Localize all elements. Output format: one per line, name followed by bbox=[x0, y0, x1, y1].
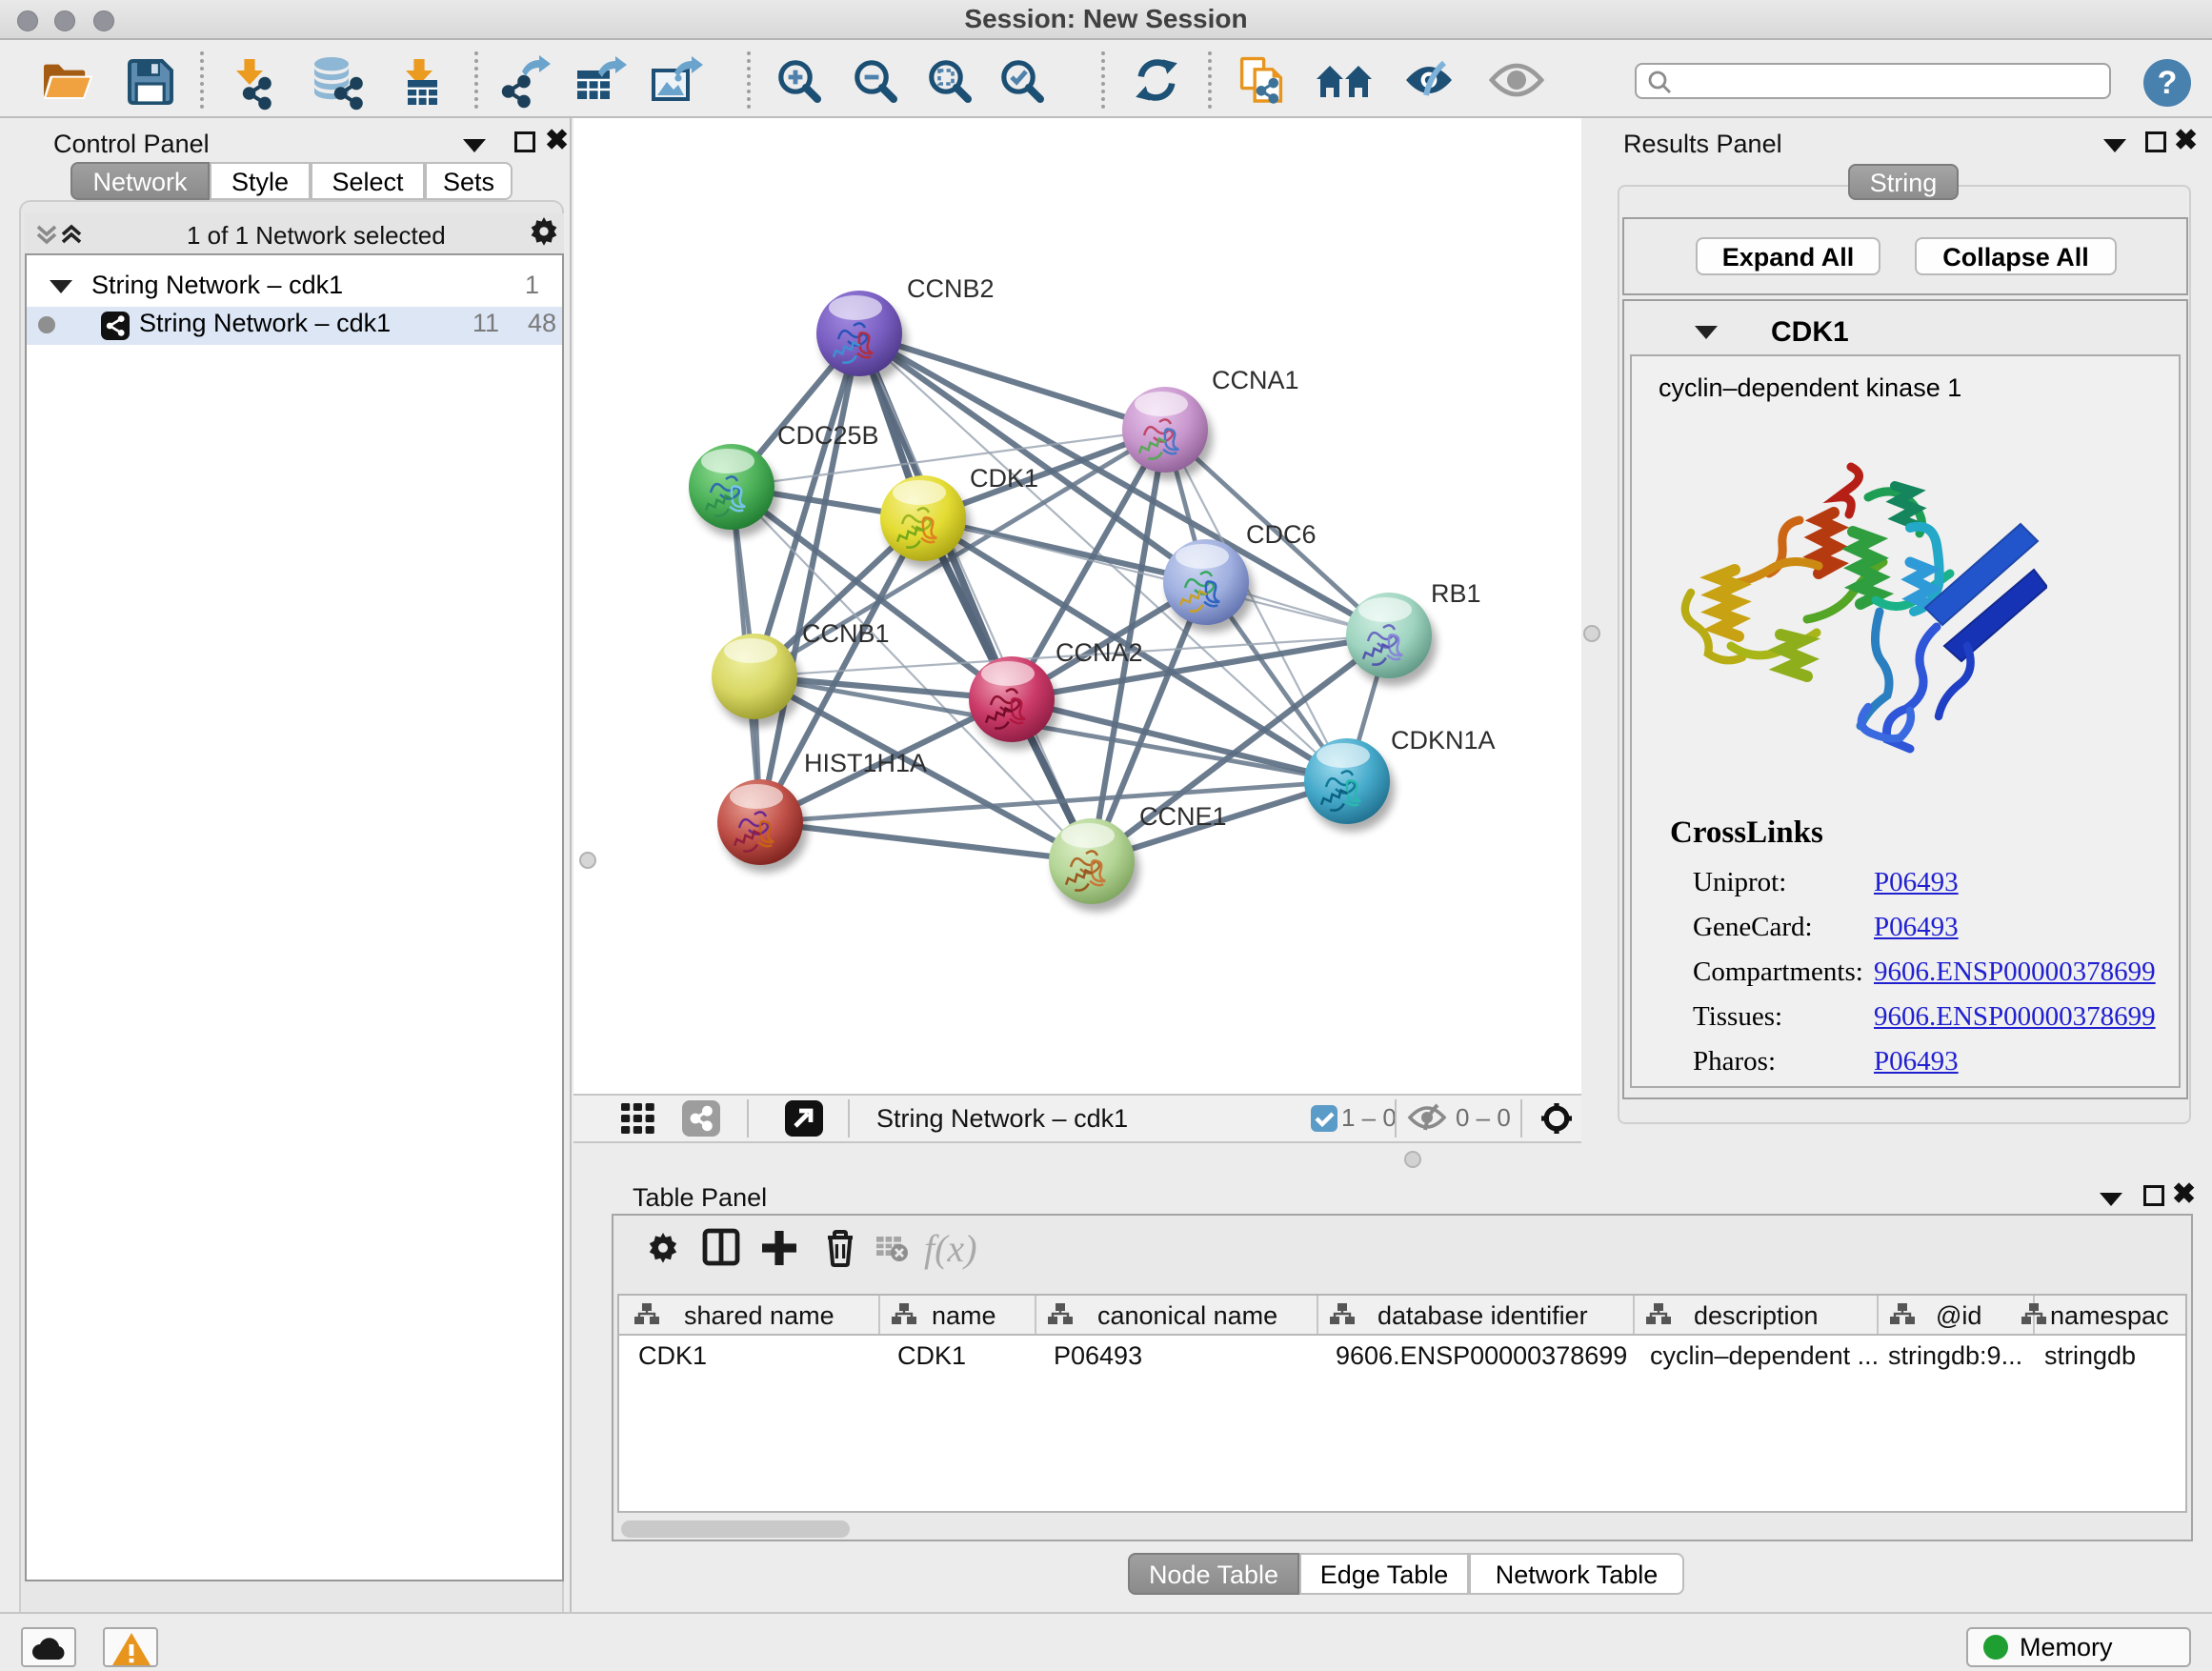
svg-text:0 – 0: 0 – 0 bbox=[1456, 1103, 1511, 1132]
svg-text:String Network – cdk1: String Network – cdk1 bbox=[876, 1104, 1128, 1133]
svg-text:CCNB2: CCNB2 bbox=[907, 274, 995, 303]
svg-text:CCNA2: CCNA2 bbox=[1056, 638, 1143, 667]
svg-text:CDK1: CDK1 bbox=[970, 464, 1038, 493]
svg-text:canonical name: canonical name bbox=[1097, 1301, 1277, 1330]
svg-text:CDK1: CDK1 bbox=[897, 1341, 966, 1370]
svg-text:P06493: P06493 bbox=[1054, 1341, 1142, 1370]
svg-text:@id: @id bbox=[1936, 1301, 1981, 1330]
svg-text:CCNE1: CCNE1 bbox=[1139, 802, 1227, 831]
svg-text:stringdb:9...: stringdb:9... bbox=[1888, 1341, 2022, 1370]
svg-text:database identifier: database identifier bbox=[1377, 1301, 1588, 1330]
svg-text:description: description bbox=[1694, 1301, 1819, 1330]
svg-text:CDK1: CDK1 bbox=[638, 1341, 707, 1370]
svg-text:9606.ENSP00000378699: 9606.ENSP00000378699 bbox=[1336, 1341, 1627, 1370]
svg-text:cyclin–dependent ...: cyclin–dependent ... bbox=[1650, 1341, 1879, 1370]
svg-text:HIST1H1A: HIST1H1A bbox=[804, 749, 927, 777]
svg-text:namespac: namespac bbox=[2050, 1301, 2169, 1330]
svg-text:stringdb: stringdb bbox=[2044, 1341, 2136, 1370]
svg-text:1 – 0: 1 – 0 bbox=[1341, 1103, 1397, 1132]
svg-text:name: name bbox=[932, 1301, 996, 1330]
svg-text:CCNA1: CCNA1 bbox=[1212, 366, 1299, 394]
svg-text:CDC6: CDC6 bbox=[1246, 520, 1317, 549]
svg-text:f(x): f(x) bbox=[924, 1227, 977, 1270]
svg-text:shared name: shared name bbox=[684, 1301, 835, 1330]
svg-text:CCNB1: CCNB1 bbox=[802, 619, 890, 648]
svg-text:RB1: RB1 bbox=[1431, 579, 1481, 608]
svg-text:CDKN1A: CDKN1A bbox=[1391, 726, 1496, 755]
svg-text:CDC25B: CDC25B bbox=[777, 421, 879, 450]
